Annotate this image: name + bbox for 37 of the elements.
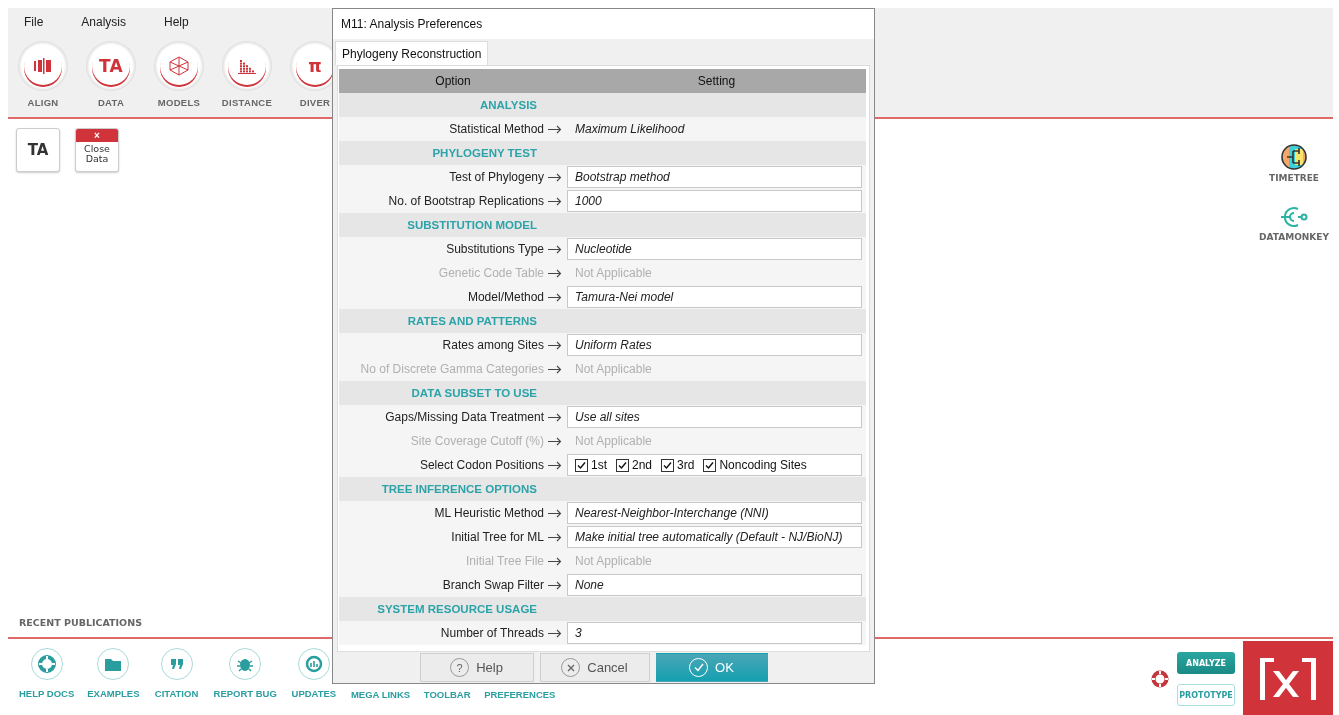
data-glyph-icon: π <box>308 56 322 76</box>
section-header: DATA SUBSET TO USE <box>339 381 866 405</box>
section-header: ANALYSIS <box>339 93 866 117</box>
section-header: TREE INFERENCE OPTIONS <box>339 477 866 501</box>
option-label: Rates among Sites <box>442 338 544 352</box>
option-label: Select Codon Positions <box>419 458 544 472</box>
option-label: Initial Tree File <box>465 554 544 568</box>
column-header: Setting <box>696 74 737 88</box>
setting-value: Not Applicable <box>574 361 653 378</box>
setting-value: Not Applicable <box>574 433 653 450</box>
section-header: SYSTEM RESOURCE USAGE <box>339 597 866 621</box>
setting-value: Maximum Likelihood <box>574 121 686 138</box>
option-label: No of Discrete Gamma Categories <box>360 362 544 376</box>
option-label: Statistical Method <box>449 122 544 136</box>
option-label: No. of Bootstrap Replications <box>388 194 544 208</box>
checkbox-label: Noncoding Sites <box>719 458 807 472</box>
setting-value: Not Applicable <box>574 553 653 570</box>
section-header: PHYLOGENY TEST <box>339 141 866 165</box>
option-label: Number of Threads <box>440 626 544 640</box>
section-header: SUBSTITUTION MODEL <box>339 213 866 237</box>
checkbox-label: 3rd <box>677 458 695 472</box>
section-header: RATES AND PATTERNS <box>339 309 866 333</box>
option-label: Test of Phylogeny <box>449 170 544 184</box>
option-label: Genetic Code Table <box>438 266 544 280</box>
option-label: Model/Method <box>467 290 544 304</box>
column-header: Option <box>434 74 472 88</box>
option-label: ML Heuristic Method <box>434 506 544 520</box>
data-glyph-icon: TA <box>98 56 123 76</box>
option-label: Site Coverage Cutoff (%) <box>410 434 544 448</box>
setting-value: Not Applicable <box>574 265 653 282</box>
option-label: Branch Swap Filter <box>442 578 544 592</box>
checkbox-label: 2nd <box>632 458 653 472</box>
option-label: Initial Tree for ML <box>451 530 544 544</box>
checkbox-label: 1st <box>591 458 607 472</box>
window-title: M11: Analysis Preferences <box>341 17 483 31</box>
option-label: Substitutions Type <box>446 242 544 256</box>
option-label: Gaps/Missing Data Treatment <box>385 410 544 424</box>
